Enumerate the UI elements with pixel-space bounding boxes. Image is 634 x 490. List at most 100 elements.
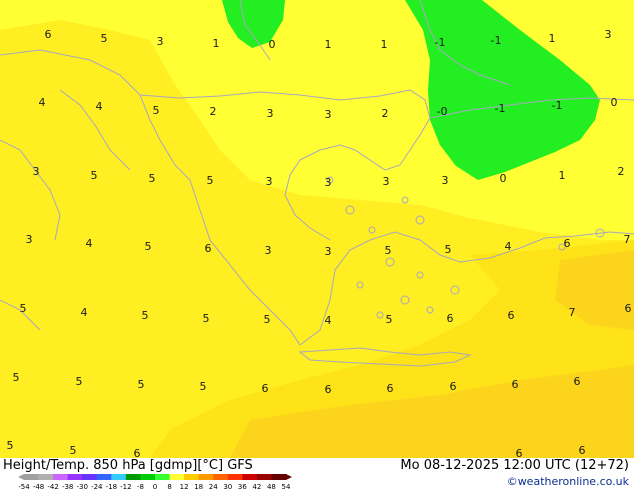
temperature-label: 1	[549, 32, 556, 45]
temperature-label: 5	[445, 243, 452, 256]
temperature-label: 6	[387, 382, 394, 395]
temperature-label: 5	[20, 302, 27, 315]
color-scale-tick: 8	[167, 483, 171, 490]
color-scale-swatch	[140, 474, 156, 480]
temperature-label: -0	[437, 105, 448, 118]
color-scale-tick: 54	[282, 483, 291, 490]
temperature-label: 6	[45, 28, 52, 41]
temperature-label: 5	[7, 439, 14, 452]
temperature-label: 3	[325, 176, 332, 189]
temperature-label: 5	[153, 104, 160, 117]
color-scale-tick: -12	[120, 483, 131, 490]
temperature-label: 1	[381, 38, 388, 51]
color-scale-tick: 36	[238, 483, 247, 490]
temperature-label: 5	[203, 312, 210, 325]
temperature-label: 1	[213, 37, 220, 50]
temperature-label: 3	[442, 174, 449, 187]
credit-link[interactable]: ©weatheronline.co.uk	[507, 475, 629, 488]
color-scale-tick: -18	[106, 483, 117, 490]
temperature-label: 3	[325, 108, 332, 121]
temperature-label: 0	[611, 96, 618, 109]
temperature-label: 1	[559, 169, 566, 182]
color-scale-tick: 12	[180, 483, 189, 490]
color-scale-tick: -54	[18, 483, 30, 490]
temperature-label: 6	[450, 380, 457, 393]
temperature-label: 3	[266, 175, 273, 188]
temperature-label: 6	[508, 309, 515, 322]
color-scale-swatch	[96, 474, 112, 480]
color-scale-swatch	[256, 474, 272, 480]
color-scale-tick: -42	[47, 483, 58, 490]
temperature-label: 4	[96, 100, 103, 113]
color-scale-bars	[18, 474, 292, 480]
color-scale-tick: 24	[209, 483, 218, 490]
temperature-label: 5	[207, 174, 214, 187]
color-scale-swatch	[271, 474, 287, 480]
temperature-label: 2	[618, 165, 625, 178]
color-scale-tick: 30	[223, 483, 232, 490]
temperature-label: 3	[157, 35, 164, 48]
temperature-label: 6	[579, 444, 586, 457]
temperature-label: 6	[447, 312, 454, 325]
temperature-label: 6	[574, 375, 581, 388]
temperature-label: 5	[264, 313, 271, 326]
temperature-label: 6	[625, 302, 632, 315]
color-scale-swatch	[24, 474, 40, 480]
temperature-label: 1	[325, 38, 332, 51]
weather-map: 6 5 3 1 0 1 1 -1 -1 1 3 4 4 5 2 3 3 2 -0 -1 -1 0 3 5 5 5 3 3 3 3 0 1 2 3 4…	[0, 0, 634, 458]
color-scale-tick: -38	[62, 483, 73, 490]
temperature-label: 6	[516, 447, 523, 458]
color-scale-tick: -24	[91, 483, 103, 490]
temperature-label: 3	[265, 244, 272, 257]
color-scale-tick: 18	[194, 483, 203, 490]
color-scale-swatch	[38, 474, 54, 480]
color-scale-swatch	[53, 474, 69, 480]
temperature-label: -1	[552, 99, 563, 112]
temperature-label: 5	[386, 313, 393, 326]
color-scale-legend: -54 -48 -42 -38 -30 -24 -18 -12 -8 0 8 12 18 24 30 36 42…	[18, 474, 292, 490]
temperature-label: 3	[605, 28, 612, 41]
temperature-label: 5	[145, 240, 152, 253]
color-scale-tick: 42	[252, 483, 261, 490]
map-datetime: Mo 08-12-2025 12:00 UTC (12+72)	[400, 458, 629, 473]
temperature-label: 4	[39, 96, 46, 109]
temperature-label: 2	[382, 107, 389, 120]
map-title: Height/Temp. 850 hPa [gdmp][°C] GFS	[3, 458, 253, 473]
temperature-label: 3	[26, 233, 33, 246]
color-scale-swatch	[169, 474, 185, 480]
temperature-label: 4	[325, 314, 332, 327]
temperature-label: -1	[435, 36, 446, 49]
color-scale-swatch	[111, 474, 127, 480]
color-scale-swatch	[67, 474, 83, 480]
color-scale-swatch	[184, 474, 200, 480]
temperature-label: 0	[500, 172, 507, 185]
color-scale-swatch	[125, 474, 141, 480]
temperature-label: 6	[325, 383, 332, 396]
color-scale-swatch	[227, 474, 243, 480]
temperature-label: 0	[269, 38, 276, 51]
temperature-label: 6	[262, 382, 269, 395]
color-scale-swatch	[242, 474, 258, 480]
temperature-label: 3	[383, 175, 390, 188]
temperature-label: 5	[149, 172, 156, 185]
temperature-label: 4	[505, 240, 512, 253]
map-canvas: 6 5 3 1 0 1 1 -1 -1 1 3 4 4 5 2 3 3 2 -0 -1 -1 0 3 5 5 5 3 3 3 3 0 1 2 3 4…	[0, 0, 634, 458]
temperature-label: 5	[101, 32, 108, 45]
footer-bar: Height/Temp. 850 hPa [gdmp][°C] GFS Mo 0…	[0, 458, 634, 490]
temperature-label: 7	[569, 306, 576, 319]
temperature-label: 5	[13, 371, 20, 384]
temperature-label: 6	[205, 242, 212, 255]
color-scale-swatch	[198, 474, 214, 480]
temperature-label: 4	[86, 237, 93, 250]
color-scale-tick: -48	[33, 483, 44, 490]
temperature-label: 7	[624, 233, 631, 246]
temperature-label: 6	[512, 378, 519, 391]
color-scale-ticks: -54 -48 -42 -38 -30 -24 -18 -12 -8 0 8 12 18 24 30 36 42…	[18, 483, 291, 490]
temperature-label: 5	[76, 375, 83, 388]
scale-arrow-right	[286, 474, 292, 480]
temperature-label: -1	[491, 34, 502, 47]
temperature-label: -1	[495, 102, 506, 115]
color-scale-tick: 0	[153, 483, 157, 490]
color-scale-tick: 48	[267, 483, 276, 490]
color-scale-tick: -30	[77, 483, 88, 490]
